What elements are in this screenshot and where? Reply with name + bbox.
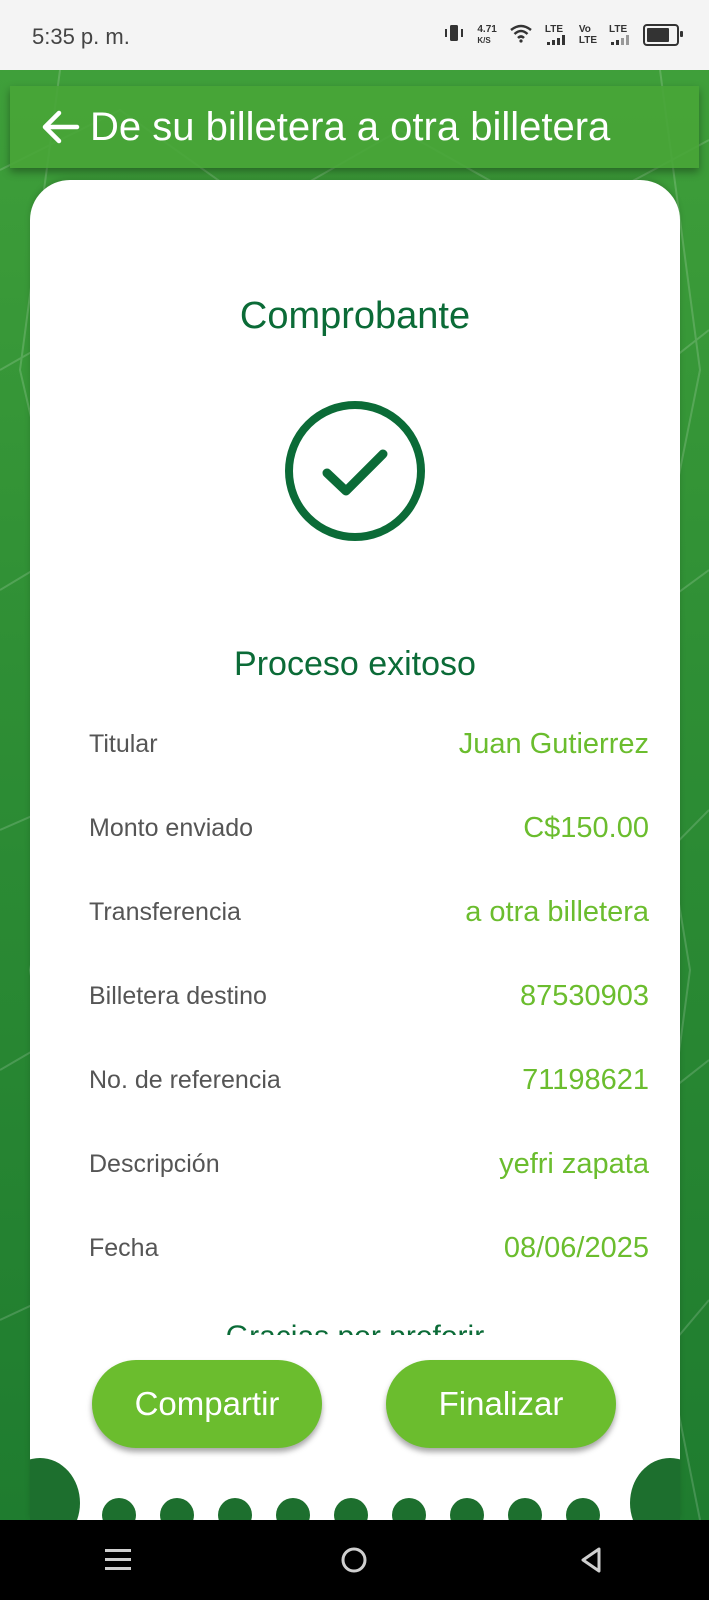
menu-icon[interactable]	[88, 1530, 148, 1590]
detail-row-descripcion: Descripción yefri zapata	[89, 1122, 649, 1206]
detail-value: Juan Gutierrez	[458, 727, 649, 760]
detail-value: 08/06/2025	[503, 1231, 649, 1264]
success-status: Proceso exitoso	[234, 645, 476, 683]
lte-label-2: LTE	[609, 24, 628, 35]
detail-label: No. de referencia	[89, 1065, 281, 1094]
check-circle-icon	[282, 398, 428, 544]
detail-label: Descripción	[89, 1149, 220, 1178]
net-speed-unit: K/S	[477, 35, 491, 45]
wifi-icon	[509, 23, 533, 46]
back-icon[interactable]	[561, 1530, 621, 1590]
detail-label: Transferencia	[89, 897, 241, 926]
net-speed: 4.71 K/S	[477, 24, 496, 46]
detail-label: Titular	[89, 729, 158, 758]
home-icon[interactable]	[324, 1530, 384, 1590]
battery-icon	[643, 23, 683, 46]
detail-label: Monto enviado	[89, 813, 254, 842]
detail-value: C$150.00	[523, 811, 649, 844]
detail-row-fecha: Fecha 08/06/2025	[89, 1206, 649, 1290]
system-nav-bar	[0, 1520, 709, 1600]
back-arrow-icon[interactable]	[40, 106, 82, 148]
status-time: 5:35 p. m.	[32, 24, 130, 49]
detail-value: 71198621	[522, 1063, 649, 1096]
ticket-perforation	[102, 1498, 136, 1520]
share-button[interactable]: Compartir	[92, 1360, 322, 1448]
lte-signal-1: LTE	[545, 24, 567, 45]
ticket-perforation	[218, 1498, 252, 1520]
ticket-perforation	[160, 1498, 194, 1520]
detail-row-billetera-destino: Billetera destino 87530903	[89, 954, 649, 1038]
ticket-notch-right	[630, 1458, 680, 1520]
detail-label: Fecha	[89, 1233, 159, 1262]
ticket-perforation	[508, 1498, 542, 1520]
ticket-perforation	[566, 1498, 600, 1520]
status-icons: 4.71 K/S LTE Vo LTE LTE	[443, 22, 683, 47]
detail-list: Titular Juan Gutierrez Monto enviado C$1…	[89, 702, 649, 1290]
app-header: De su billetera a otra billetera	[10, 86, 699, 168]
volte-indicator: Vo LTE	[579, 24, 597, 46]
ticket-notch-left	[30, 1458, 80, 1520]
detail-row-referencia: No. de referencia 71198621	[89, 1038, 649, 1122]
vibrate-icon	[443, 22, 465, 47]
ticket-perforation	[276, 1498, 310, 1520]
signal-bars-icon	[546, 35, 565, 45]
thanks-text: Gracias por preferir	[30, 1315, 680, 1335]
finish-button[interactable]: Finalizar	[386, 1360, 616, 1448]
page-title: De su billetera a otra billetera	[90, 104, 611, 149]
volte-top: Vo	[578, 23, 591, 35]
volte-bottom: LTE	[578, 34, 597, 46]
ticket-perforation	[334, 1498, 368, 1520]
receipt-title: Comprobante	[239, 295, 471, 337]
ticket-edge	[30, 1458, 680, 1520]
signal-bars-icon	[611, 35, 629, 45]
net-speed-value: 4.71	[477, 23, 497, 35]
detail-value: yefri zapata	[499, 1147, 649, 1180]
detail-row-transferencia: Transferencia a otra billetera	[89, 870, 649, 954]
lte-label-1: LTE	[544, 24, 563, 35]
ticket-perforation	[450, 1498, 484, 1520]
detail-value: a otra billetera	[465, 895, 649, 928]
receipt-card: Comprobante Proceso exitoso Titular Juan…	[30, 180, 680, 1520]
detail-label: Billetera destino	[89, 981, 267, 1010]
action-buttons: Compartir Finalizar	[92, 1360, 622, 1450]
ticket-perforation	[392, 1498, 426, 1520]
status-bar: 5:35 p. m. 4.71 K/S LTE Vo LTE LTE	[0, 0, 709, 70]
detail-row-monto: Monto enviado C$150.00	[89, 786, 649, 870]
lte-signal-2: LTE	[609, 24, 631, 45]
detail-row-titular: Titular Juan Gutierrez	[89, 702, 649, 786]
detail-value: 87530903	[519, 979, 649, 1012]
